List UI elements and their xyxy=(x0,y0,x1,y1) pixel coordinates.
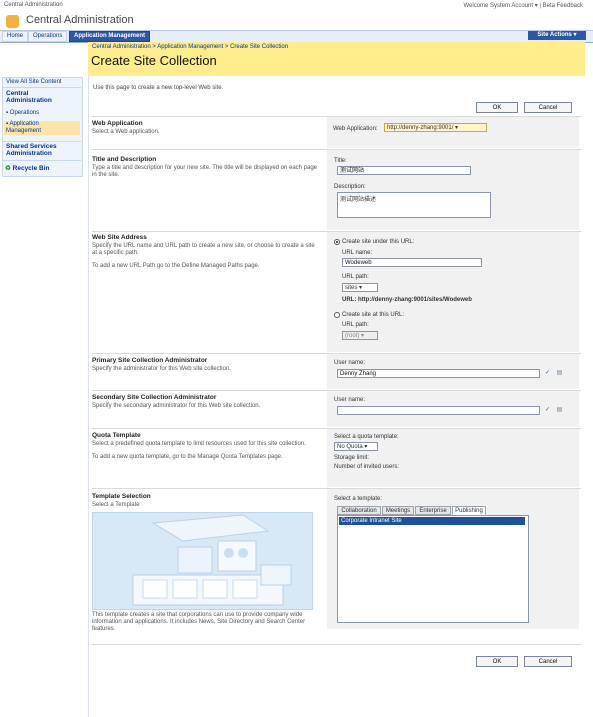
cancel-button-top[interactable]: Cancel xyxy=(524,102,572,113)
web-app-label: Web Application: xyxy=(333,126,378,132)
nav-operations[interactable]: ▪ Operations xyxy=(6,110,39,116)
template-preview-illustration xyxy=(93,513,312,609)
intro-text: Use this page to create a new top-level … xyxy=(93,85,224,91)
web-app-pane xyxy=(327,117,579,148)
quota-section: Quota Template Select a predefined quota… xyxy=(92,432,320,461)
quota-desc: Select a predefined quota template to li… xyxy=(92,441,306,447)
nav-divider xyxy=(3,87,81,88)
tab-operations[interactable]: Operations xyxy=(28,31,68,42)
url-name-input[interactable]: Wodeweb xyxy=(342,258,482,267)
storage-limit-label: Storage limit: xyxy=(334,455,370,461)
web-app-desc: Select a Web application. xyxy=(92,129,160,135)
recycle-bin-link[interactable]: ♻ Recycle Bin xyxy=(5,164,50,172)
quota-select[interactable]: No Quota ▾ xyxy=(334,442,378,451)
nav-divider-3 xyxy=(3,160,81,161)
page-title: Create Site Collection xyxy=(91,53,217,68)
web-address-section: Web Site Address Specify the URL name an… xyxy=(92,234,320,270)
template-heading: Template Selection xyxy=(92,493,151,500)
tab-enterprise[interactable]: Enterprise xyxy=(415,506,451,515)
template-preview-image xyxy=(92,512,313,610)
sharepoint-logo-icon xyxy=(6,15,19,28)
url-path-select[interactable]: sites ▾ xyxy=(342,283,378,292)
check-names-icon[interactable]: ✓ xyxy=(544,407,551,414)
web-app-section: Web Application Select a Web application… xyxy=(92,120,320,136)
check-names-icon[interactable]: ✓ xyxy=(544,370,551,377)
template-section: Template Selection Select a Template xyxy=(92,493,320,509)
create-at-url-label: Create site at this URL: xyxy=(342,312,405,318)
secondary-admin-desc: Specify the secondary administrator for … xyxy=(92,403,261,409)
tab-meetings[interactable]: Meetings xyxy=(382,506,414,515)
tab-home[interactable]: Home xyxy=(2,31,29,42)
template-select-label: Select a template: xyxy=(334,496,383,502)
browse-people-icon[interactable]: ▤ xyxy=(556,370,563,377)
beta-feedback-link[interactable]: | Beta Feedback xyxy=(539,3,583,9)
nav-shared-services[interactable]: Shared Services Administration xyxy=(6,143,78,157)
section-divider xyxy=(92,644,581,645)
invited-users-label: Number of invited users: xyxy=(334,464,400,470)
nav-divider-2 xyxy=(3,141,81,142)
ok-button-bottom[interactable]: OK xyxy=(476,656,518,667)
description-textarea[interactable]: 测试网站描述 xyxy=(337,192,491,218)
nav-application-management[interactable]: ▪ Application Management xyxy=(6,121,66,135)
cancel-button-bottom[interactable]: Cancel xyxy=(524,656,572,667)
url-name-label: URL name: xyxy=(342,250,373,256)
web-address-desc-2: To add a new URL Path go to the Define M… xyxy=(92,263,260,269)
full-url-display: URL: http://denny-zhang:9001/sites/Wodew… xyxy=(342,297,472,303)
welcome-menu[interactable]: Welcome System Account ▾ xyxy=(463,3,537,9)
top-links[interactable]: Welcome System Account ▾ | Beta Feedback xyxy=(463,2,583,9)
breadcrumb[interactable]: Central Administration > Application Man… xyxy=(92,44,288,50)
browse-people-icon[interactable]: ▤ xyxy=(556,407,563,414)
nav-central-administration[interactable]: Central Administration xyxy=(6,90,66,104)
quota-heading: Quota Template xyxy=(92,432,141,439)
secondary-user-input[interactable] xyxy=(337,406,540,415)
web-address-heading: Web Site Address xyxy=(92,234,147,241)
secondary-admin-section: Secondary Site Collection Administrator … xyxy=(92,394,320,410)
secondary-user-label: User name: xyxy=(334,397,366,403)
template-list[interactable] xyxy=(337,515,529,623)
primary-admin-desc: Specify the administrator for this Web s… xyxy=(92,366,231,372)
create-under-url-label: Create site under this URL: xyxy=(342,239,415,245)
title-label: Title: xyxy=(334,158,347,164)
primary-admin-section: Primary Site Collection Administrator Sp… xyxy=(92,357,320,373)
ok-button-top[interactable]: OK xyxy=(476,102,518,113)
title-desc-section: Title and Description Type a title and d… xyxy=(92,156,320,179)
quota-select-label: Select a quota template: xyxy=(334,434,399,440)
create-under-url-radio[interactable] xyxy=(334,239,340,245)
template-list-item[interactable]: Corporate Intranet Site xyxy=(339,517,525,525)
tab-publishing[interactable]: Publishing xyxy=(452,506,486,515)
web-address-desc: Specify the URL name and URL path to cre… xyxy=(92,243,315,256)
template-desc: Select a Template xyxy=(92,502,140,508)
url-path-2-select[interactable]: (root) ▾ xyxy=(342,331,378,340)
title-desc-heading: Title and Description xyxy=(92,156,157,163)
primary-admin-heading: Primary Site Collection Administrator xyxy=(92,357,208,364)
secondary-admin-heading: Secondary Site Collection Administrator xyxy=(92,394,217,401)
recycle-bin-icon: ♻ xyxy=(5,165,11,172)
web-app-selector[interactable]: http://denny-zhang:9001/ ▾ xyxy=(384,123,487,132)
tab-collaboration[interactable]: Collaboration xyxy=(337,506,381,515)
quota-desc-2: To add a new quota template, go to the M… xyxy=(92,454,283,460)
primary-user-label: User name: xyxy=(334,360,366,366)
site-actions-button[interactable]: Site Actions ▾ xyxy=(528,31,586,40)
description-label: Description: xyxy=(334,184,366,190)
title-input[interactable]: 测试网站 xyxy=(337,166,471,175)
template-caption: This template creates a site that corpor… xyxy=(92,612,306,632)
title-pane xyxy=(327,150,579,230)
primary-user-input[interactable]: Denny Zhang xyxy=(337,369,540,378)
view-all-site-content-link[interactable]: View All Site Content xyxy=(6,79,62,85)
tab-application-management[interactable]: Application Management xyxy=(69,31,151,42)
url-path-label: URL path: xyxy=(342,274,369,280)
create-at-url-radio[interactable] xyxy=(334,312,340,318)
site-title[interactable]: Central Administration xyxy=(26,14,134,26)
title-desc-desc: Type a title and description for your ne… xyxy=(92,165,318,178)
top-site-name: Central Administration xyxy=(4,2,63,8)
web-app-heading: Web Application xyxy=(92,120,143,127)
url-path-2-label: URL path: xyxy=(342,322,369,328)
